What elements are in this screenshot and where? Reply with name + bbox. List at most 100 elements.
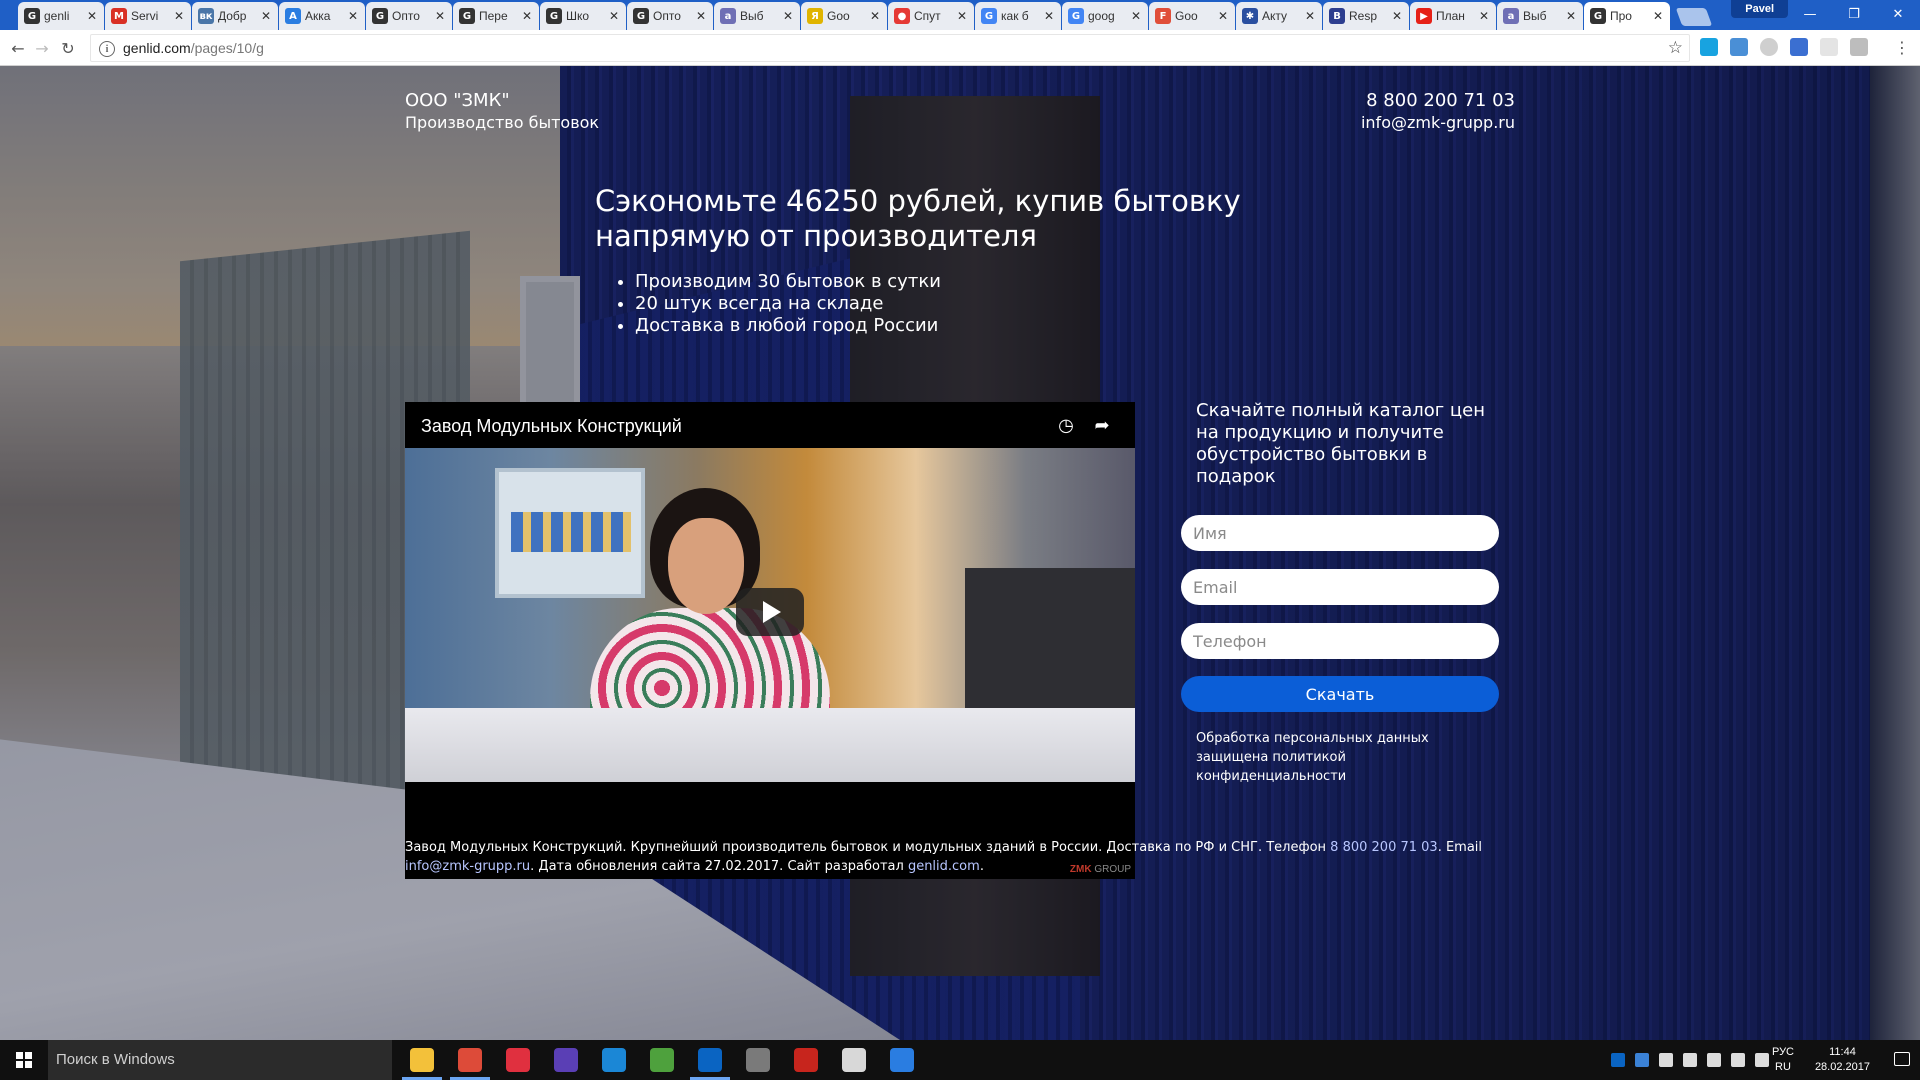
browser-tab[interactable]: F Goo ✕	[1149, 2, 1235, 30]
footer-email-link[interactable]: info@zmk-grupp.ru	[405, 859, 530, 874]
browser-tab[interactable]: вк Добр ✕	[192, 2, 278, 30]
browser-tab[interactable]: G Пере ✕	[453, 2, 539, 30]
menu-dots-icon[interactable]: ⋮	[1894, 38, 1910, 57]
browser-tab[interactable]: Я Goo ✕	[801, 2, 887, 30]
taskbar-app[interactable]	[398, 1040, 446, 1080]
footer-developer-link[interactable]: genlid.com	[908, 859, 980, 874]
network-icon[interactable]	[1731, 1053, 1745, 1067]
tab-close-icon[interactable]: ✕	[956, 9, 968, 23]
tray-icon[interactable]	[1635, 1053, 1649, 1067]
taskbar-app[interactable]	[734, 1040, 782, 1080]
info-icon[interactable]: i	[99, 41, 115, 57]
taskbar-app[interactable]	[446, 1040, 494, 1080]
browser-tab[interactable]: Ggenli ✕	[18, 2, 104, 30]
volume-icon[interactable]	[1755, 1053, 1769, 1067]
forward-arrow-icon[interactable]: →	[32, 38, 52, 58]
browser-tab[interactable]: G Шко ✕	[540, 2, 626, 30]
footer-phone-link[interactable]: 8 800 200 71 03	[1330, 840, 1438, 855]
browser-tab[interactable]: a Выб ✕	[1497, 2, 1583, 30]
header-email[interactable]: info@zmk-grupp.ru	[1361, 113, 1515, 132]
tab-close-icon[interactable]: ✕	[86, 9, 98, 23]
taskbar-app[interactable]	[638, 1040, 686, 1080]
browser-tab[interactable]: G Опто ✕	[627, 2, 713, 30]
tray-icon[interactable]	[1659, 1053, 1673, 1067]
tab-close-icon[interactable]: ✕	[1217, 9, 1229, 23]
tab-label: goog	[1088, 9, 1115, 23]
play-button[interactable]	[736, 588, 804, 636]
translate-extension-icon[interactable]	[1790, 38, 1808, 56]
share-icon[interactable]: ➦	[1091, 414, 1113, 436]
language-indicator[interactable]: РУС RU	[1772, 1045, 1794, 1075]
windows-search[interactable]: Поиск в Windows	[48, 1040, 392, 1080]
tab-close-icon[interactable]: ✕	[1478, 9, 1490, 23]
browser-tab[interactable]: G Опто ✕	[366, 2, 452, 30]
taskbar-app[interactable]	[878, 1040, 926, 1080]
tab-close-icon[interactable]: ✕	[608, 9, 620, 23]
browser-tab[interactable]: ▶ План ✕	[1410, 2, 1496, 30]
browser-tab[interactable]: a Выб ✕	[714, 2, 800, 30]
back-arrow-icon[interactable]: ←	[8, 38, 28, 58]
address-bar[interactable]: i genlid.com/pages/10/g ☆	[90, 34, 1690, 62]
watch-later-icon[interactable]: ◷	[1055, 414, 1077, 436]
outlook-tray-icon[interactable]	[1611, 1053, 1625, 1067]
extension-icon[interactable]	[1730, 38, 1748, 56]
tab-close-icon[interactable]: ✕	[1043, 9, 1055, 23]
yandex-favicon: Я	[807, 8, 823, 24]
clock[interactable]: 11:44 28.02.2017	[1815, 1045, 1870, 1075]
profile-button[interactable]: Pavel	[1731, 0, 1788, 18]
maps-pin-favicon: ●	[894, 8, 910, 24]
tab-close-icon[interactable]: ✕	[782, 9, 794, 23]
extension-icon[interactable]	[1820, 38, 1838, 56]
tab-close-icon[interactable]: ✕	[1130, 9, 1142, 23]
browser-tab[interactable]: G Про ✕	[1584, 2, 1670, 30]
browser-tab[interactable]: M Servi ✕	[105, 2, 191, 30]
minimize-icon[interactable]: —	[1788, 0, 1832, 28]
company-tagline: Производство бытовок	[405, 113, 600, 132]
video-title[interactable]: Завод Модульных Конструкций	[421, 416, 682, 437]
video-thumbnail[interactable]	[405, 448, 1135, 782]
tab-close-icon[interactable]: ✕	[434, 9, 446, 23]
shield-icon[interactable]	[1683, 1053, 1697, 1067]
video-player[interactable]: Завод Модульных Конструкций ◷ ➦ ZMK GROU…	[405, 402, 1135, 879]
phone-input[interactable]	[1181, 623, 1499, 659]
browser-tab[interactable]: ● Спут ✕	[888, 2, 974, 30]
taskbar-app[interactable]	[686, 1040, 734, 1080]
tab-close-icon[interactable]: ✕	[1391, 9, 1403, 23]
new-tab-button[interactable]	[1675, 8, 1713, 26]
extension-icon[interactable]	[1760, 38, 1778, 56]
email-input[interactable]	[1181, 569, 1499, 605]
taskbar-app[interactable]	[542, 1040, 590, 1080]
download-button[interactable]: Скачать	[1181, 676, 1499, 712]
maximize-icon[interactable]: ❐	[1832, 0, 1876, 28]
tab-close-icon[interactable]: ✕	[521, 9, 533, 23]
browser-tab[interactable]: ✱ Акту ✕	[1236, 2, 1322, 30]
browser-tab[interactable]: Ggoog ✕	[1062, 2, 1148, 30]
taskbar-app[interactable]	[494, 1040, 542, 1080]
tab-close-icon[interactable]: ✕	[260, 9, 272, 23]
taskbar-app[interactable]	[590, 1040, 638, 1080]
bookmark-star-icon[interactable]: ☆	[1668, 38, 1683, 58]
skype-extension-icon[interactable]	[1700, 38, 1718, 56]
clock-date: 28.02.2017	[1814, 1061, 1870, 1073]
extension-icon[interactable]	[1850, 38, 1868, 56]
edge-icon	[602, 1048, 626, 1072]
close-icon[interactable]: ✕	[1876, 0, 1920, 28]
battery-icon[interactable]	[1707, 1053, 1721, 1067]
browser-tab[interactable]: A Акка ✕	[279, 2, 365, 30]
tab-close-icon[interactable]: ✕	[869, 9, 881, 23]
tab-close-icon[interactable]: ✕	[1304, 9, 1316, 23]
tab-close-icon[interactable]: ✕	[173, 9, 185, 23]
taskbar-app[interactable]	[782, 1040, 830, 1080]
start-button[interactable]	[0, 1040, 48, 1080]
tab-close-icon[interactable]: ✕	[1565, 9, 1577, 23]
reload-icon[interactable]: ↻	[58, 38, 78, 58]
taskbar-app[interactable]	[830, 1040, 878, 1080]
tab-close-icon[interactable]: ✕	[1652, 9, 1664, 23]
browser-tab[interactable]: B Resp ✕	[1323, 2, 1409, 30]
notification-center-icon[interactable]	[1894, 1052, 1910, 1066]
tab-close-icon[interactable]: ✕	[695, 9, 707, 23]
name-input[interactable]	[1181, 515, 1499, 551]
header-phone[interactable]: 8 800 200 71 03	[1366, 90, 1515, 111]
browser-tab[interactable]: Gкак б ✕	[975, 2, 1061, 30]
tab-close-icon[interactable]: ✕	[347, 9, 359, 23]
